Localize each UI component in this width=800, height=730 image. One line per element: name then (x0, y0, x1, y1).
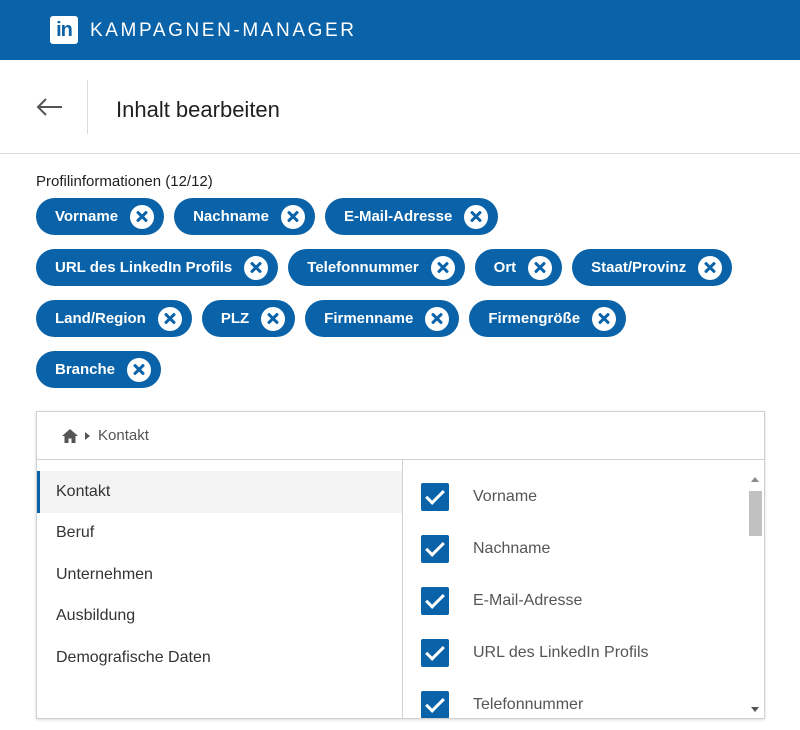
field-chip: Firmenname (305, 300, 460, 337)
field-chip: Nachname (174, 198, 315, 235)
field-chip: Telefonnummer (288, 249, 465, 286)
category-item[interactable]: Beruf (37, 513, 402, 555)
chip-row: Vorname Nachname E-Mail-Adresse (36, 198, 776, 235)
remove-chip-close-icon[interactable] (430, 255, 455, 280)
checkbox-checked[interactable] (421, 587, 449, 615)
chip-label: Firmengröße (488, 310, 581, 327)
chip-row: Branche (36, 351, 776, 388)
chip-label: Nachname (193, 208, 269, 225)
top-bar: in KAMPAGNEN-MANAGER (0, 0, 800, 60)
scroll-up-arrow-icon[interactable] (751, 477, 759, 482)
linkedin-logo: in (50, 16, 78, 44)
remove-chip-close-icon[interactable] (464, 204, 489, 229)
remove-chip-close-icon[interactable] (157, 306, 182, 331)
checkbox-checked[interactable] (421, 691, 449, 718)
option-label: Vorname (473, 488, 538, 505)
field-option-list: Vorname Nachname E-Mail-Adresse URL des Lin… (403, 471, 743, 718)
checkbox-checked[interactable] (421, 639, 449, 667)
chip-label: Vorname (55, 208, 119, 225)
chevron-right-icon (85, 431, 90, 440)
field-chip: URL des LinkedIn Profils (36, 249, 279, 286)
scroll-down-arrow-icon[interactable] (751, 707, 759, 712)
chip-label: Telefonnummer (307, 259, 419, 276)
field-option[interactable]: Telefonnummer (403, 679, 743, 718)
field-chip: Land/Region (36, 300, 192, 337)
option-label: Nachname (473, 540, 551, 557)
option-label: Telefonnummer (473, 696, 584, 713)
option-label: E-Mail-Adresse (473, 592, 583, 609)
field-option[interactable]: Vorname (403, 471, 743, 523)
category-item[interactable]: Kontakt (37, 471, 402, 513)
chip-label: PLZ (220, 310, 250, 327)
remove-chip-close-icon[interactable] (244, 255, 269, 280)
remove-chip-close-icon[interactable] (127, 357, 152, 382)
breadcrumb-current: Kontakt (98, 427, 149, 444)
remove-chip-close-icon[interactable] (425, 306, 450, 331)
field-picker-panel: Kontakt Kontakt Beruf Unternehmen Ausbildun… (36, 411, 765, 719)
home-icon[interactable] (61, 428, 79, 444)
category-list: Kontakt Beruf Unternehmen Ausbildung Demogra… (37, 471, 402, 679)
checkbox-checked[interactable] (421, 535, 449, 563)
field-chip: Ort (474, 249, 563, 286)
category-item[interactable]: Demografische Daten (37, 637, 402, 679)
remove-chip-close-icon[interactable] (261, 306, 286, 331)
field-chip: Firmengröße (469, 300, 627, 337)
field-chip: Vorname (36, 198, 165, 235)
header-divider (87, 80, 88, 134)
option-label: URL des LinkedIn Profils (473, 644, 649, 661)
checkbox-checked[interactable] (421, 483, 449, 511)
field-chip: E-Mail-Adresse (324, 198, 499, 235)
remove-chip-close-icon[interactable] (528, 255, 553, 280)
chip-label: URL des LinkedIn Profils (55, 259, 233, 276)
field-option[interactable]: E-Mail-Adresse (403, 575, 743, 627)
field-chip: Branche (36, 351, 162, 388)
field-chip: Staat/Provinz (572, 249, 733, 286)
field-option[interactable]: URL des LinkedIn Profils (403, 627, 743, 679)
scroll-thumb[interactable] (749, 491, 762, 536)
arrow-left-icon (36, 98, 62, 116)
chip-label: Ort (493, 259, 517, 276)
page-header: Inhalt bearbeiten (0, 60, 800, 154)
remove-chip-close-icon[interactable] (592, 306, 617, 331)
app-title: KAMPAGNEN-MANAGER (90, 20, 357, 41)
chip-label: Staat/Provinz (591, 259, 687, 276)
chip-row: Land/Region PLZ Firmenname Firmengröße (36, 300, 776, 337)
chip-label: E-Mail-Adresse (343, 208, 453, 225)
profile-info-label: Profilinformationen (12/12) (36, 173, 213, 190)
category-item[interactable]: Unternehmen (37, 554, 402, 596)
remove-chip-close-icon[interactable] (698, 255, 723, 280)
remove-chip-close-icon[interactable] (280, 204, 305, 229)
chip-row: URL des LinkedIn Profils Telefonnummer Ort… (36, 249, 776, 286)
chip-label: Firmenname (324, 310, 414, 327)
chip-label: Branche (55, 361, 116, 378)
field-option[interactable]: Nachname (403, 523, 743, 575)
page-title: Inhalt bearbeiten (116, 97, 280, 122)
selected-fields-chips: Vorname Nachname E-Mail-Adresse URL des Lin… (36, 198, 776, 402)
field-chip: PLZ (201, 300, 296, 337)
back-button[interactable] (30, 88, 70, 128)
remove-chip-close-icon[interactable] (130, 204, 155, 229)
chip-label: Land/Region (55, 310, 146, 327)
breadcrumb: Kontakt (37, 412, 764, 460)
category-item[interactable]: Ausbildung (37, 596, 402, 638)
scrollbar[interactable] (747, 471, 764, 718)
